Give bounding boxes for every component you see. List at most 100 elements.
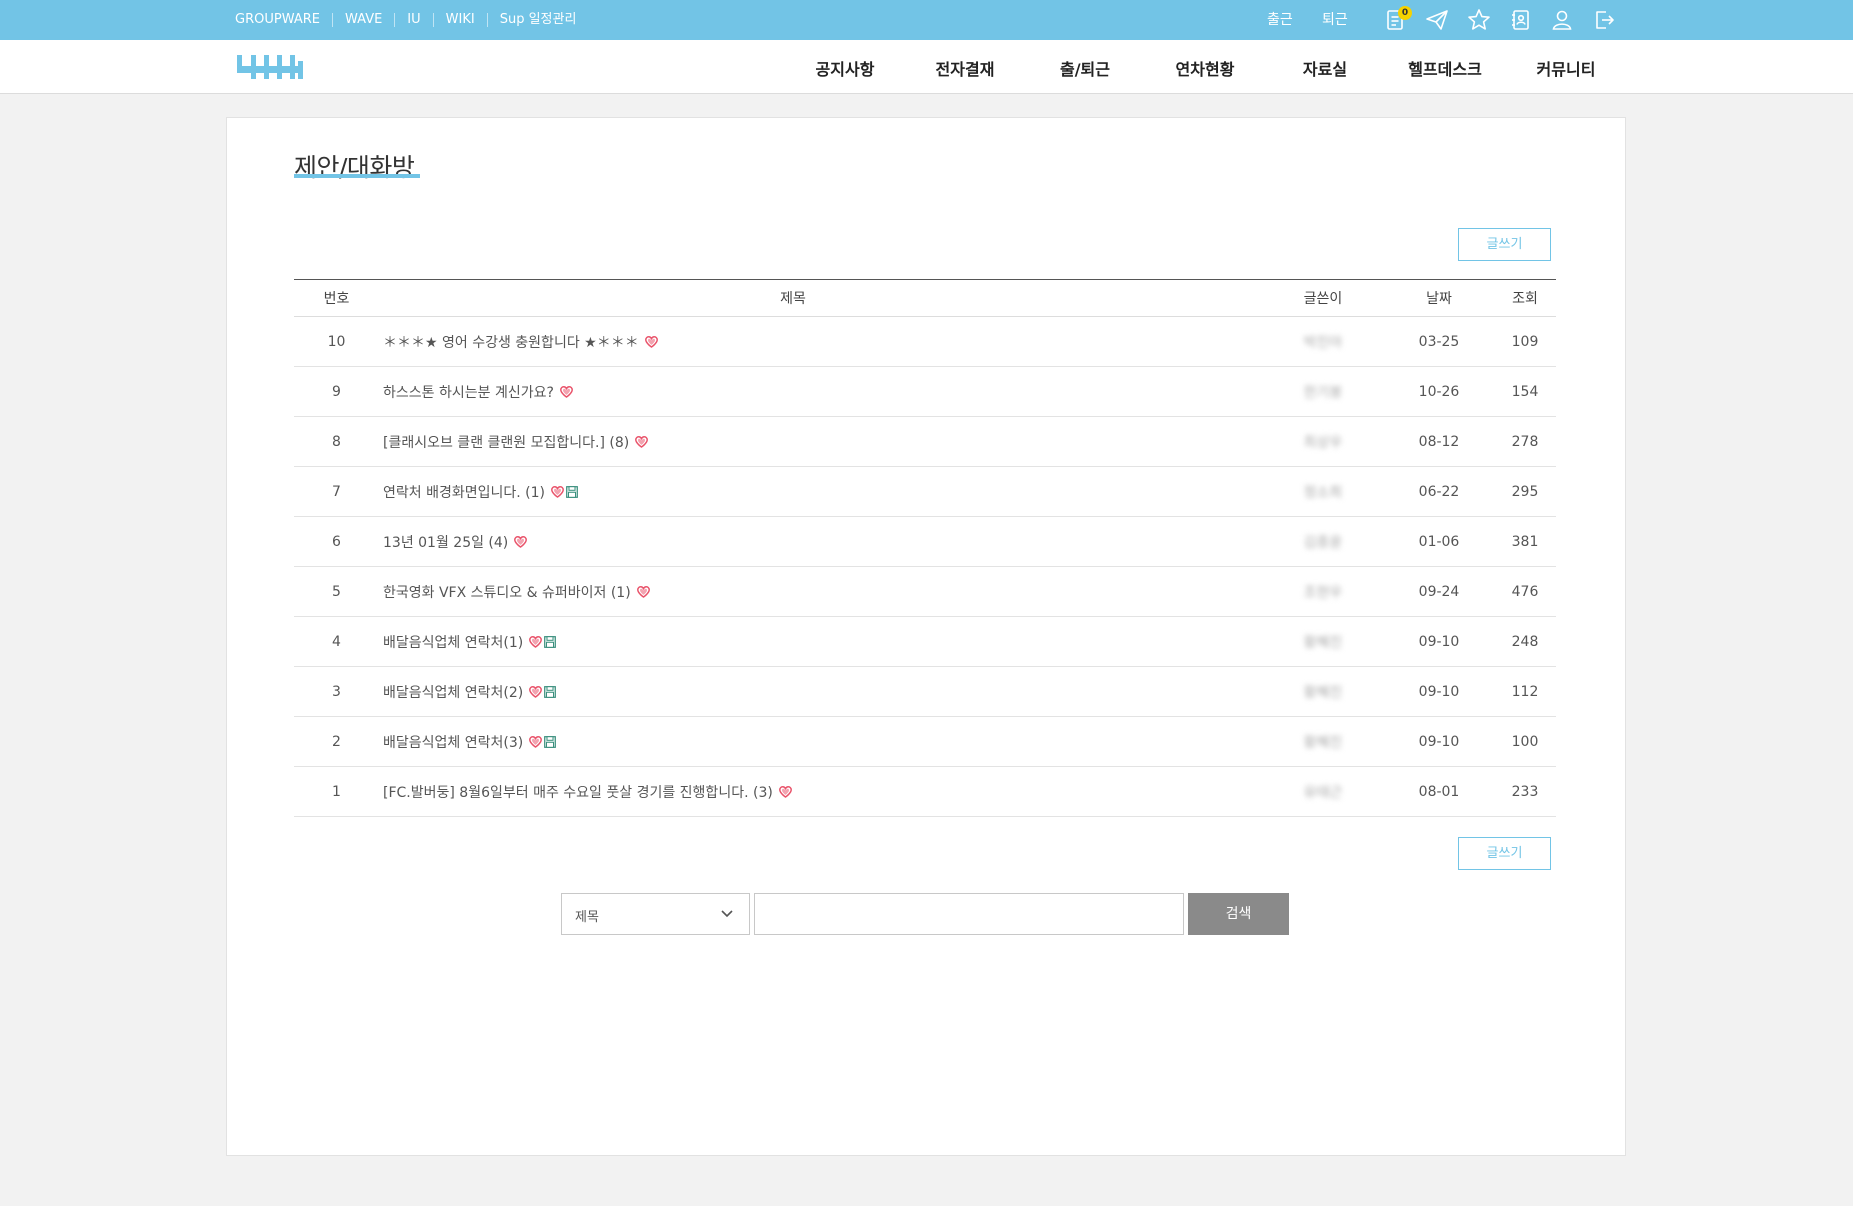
row-title-cell: 한국영화 VFX 스튜디오 & 슈퍼바이저 (1) [383,567,1203,616]
address-book-icon[interactable] [1508,7,1534,33]
row-number: 4 [332,633,341,650]
post-title-link[interactable]: 배달음식업체 연락처(1) [383,632,523,652]
row-number: 2 [332,733,341,750]
post-title-link[interactable]: 하스스톤 하시는분 계신가요? [383,382,554,402]
memo-icon[interactable]: 0 [1383,6,1412,33]
attachment-icon [566,485,578,498]
post-title-link[interactable]: ＊＊＊★ 영어 수강생 충원합니다 ★＊＊＊ [383,332,639,352]
col-header-title: 제목 [780,291,806,307]
clock-in-button[interactable]: 출근 [1267,9,1293,29]
row-author: 황혜진 [1303,734,1343,751]
chevron-down-icon [721,910,733,918]
nav-approval[interactable]: 전자결재 [936,56,995,80]
memo-count-badge: 0 [1398,6,1412,20]
search-field-select[interactable]: 제목 [561,893,750,935]
toplink-wiki[interactable]: WIKI [432,13,487,27]
row-title-cell: [FC.발버둥] 8월6일부터 매주 수요일 풋살 경기를 진행합니다. (3) [383,767,1203,816]
nav-annual-leave[interactable]: 연차현황 [1176,56,1235,80]
row-author: 황혜진 [1303,634,1343,651]
attachment-icon [544,635,557,648]
user-icon[interactable] [1549,7,1575,33]
row-views: 278 [1511,433,1539,450]
row-number: 10 [327,333,346,350]
write-button-bottom[interactable]: 글쓰기 [1458,837,1551,870]
table-row[interactable]: 6 13년 01월 25일 (4) 김종윤 01-06 381 [294,517,1556,567]
col-header-author: 글쓴이 [1303,291,1343,307]
row-number: 1 [332,783,341,800]
row-title-cell: 배달음식업체 연락처(1) [383,617,1203,666]
write-button-top[interactable]: 글쓰기 [1458,228,1551,261]
row-date: 08-01 [1418,783,1460,800]
search-input[interactable] [754,893,1184,935]
toplink-groupware[interactable]: GROUPWARE [235,13,332,27]
row-title-cell: 하스스톤 하시는분 계신가요? [383,367,1203,416]
table-row[interactable]: 8 [클래시오브 클랜 클랜원 모집합니다.] (8) 최상우 08-12 278 [294,417,1556,467]
nav-archive[interactable]: 자료실 [1303,56,1347,80]
toplink-wave[interactable]: WAVE [331,13,394,27]
heart-icon [635,435,649,448]
row-title-cell: 연락처 배경화면입니다. (1) [383,467,1203,516]
table-row[interactable]: 3 배달음식업체 연락처(2) 황혜진 09-10 112 [294,667,1556,717]
star-icon[interactable] [1466,7,1492,33]
table-row[interactable]: 2 배달음식업체 연락처(3) 황혜진 09-10 100 [294,717,1556,767]
main-header: 공지사항 전자결재 출/퇴근 연차현황 자료실 헬프데스크 커뮤니티 [0,40,1853,94]
row-views: 295 [1511,483,1539,500]
row-number: 6 [332,533,341,550]
row-author-cell: 박진아 [1269,317,1377,366]
attachment-icon [544,685,557,698]
row-number: 5 [332,583,341,600]
search-button[interactable]: 검색 [1188,893,1289,935]
page-title: 제안/대화방 [294,153,415,182]
send-icon[interactable] [1424,7,1450,33]
row-title-cell: 배달음식업체 연락처(2) [383,667,1203,716]
toplink-iu[interactable]: IU [394,13,432,27]
table-row[interactable]: 7 연락처 배경화면입니다. (1) 정소희 06-22 295 [294,467,1556,517]
heart-icon [559,385,573,398]
nav-community[interactable]: 커뮤니티 [1537,56,1596,80]
board-header-row: 번호 제목 글쓴이 날짜 조회 [294,279,1556,317]
row-views: 112 [1511,683,1539,700]
post-title-link[interactable]: 한국영화 VFX 스튜디오 & 슈퍼바이저 (1) [383,582,631,602]
nav-attendance[interactable]: 출/퇴근 [1060,56,1110,80]
row-author: 박진아 [1303,334,1343,351]
table-row[interactable]: 1 [FC.발버둥] 8월6일부터 매주 수요일 풋살 경기를 진행합니다. (3… [294,767,1556,817]
heart-icon [636,585,650,598]
row-author-cell: 한기봉 [1269,367,1377,416]
nav-notice[interactable]: 공지사항 [816,56,875,80]
table-row[interactable]: 4 배달음식업체 연락처(1) 황혜진 09-10 248 [294,617,1556,667]
row-views: 233 [1511,783,1539,800]
row-date: 09-24 [1418,583,1460,600]
table-row[interactable]: 10 ＊＊＊★ 영어 수강생 충원합니다 ★＊＊＊ 박진아 03-25 109 [294,317,1556,367]
row-date: 01-06 [1418,533,1460,550]
row-author-cell: 황혜진 [1269,717,1377,766]
logout-icon[interactable] [1591,7,1617,33]
toplink-sup-schedule[interactable]: Sup 일정관리 [486,13,589,27]
row-author-cell: 최상우 [1269,417,1377,466]
row-number: 3 [332,683,341,700]
heart-icon [644,335,658,348]
heart-icon [529,635,543,648]
row-title-cell: 13년 01월 25일 (4) [383,517,1203,566]
top-links: GROUPWARE WAVE IU WIKI Sup 일정관리 [235,0,588,40]
post-title-link[interactable]: [클래시오브 클랜 클랜원 모집합니다.] (8) [383,432,629,452]
clock-out-button[interactable]: 퇴근 [1322,9,1348,29]
post-title-link[interactable]: 배달음식업체 연락처(3) [383,732,523,752]
row-date: 03-25 [1418,333,1460,350]
table-row[interactable]: 5 한국영화 VFX 스튜디오 & 슈퍼바이저 (1) 조현우 09-24 476 [294,567,1556,617]
post-title-link[interactable]: 연락처 배경화면입니다. (1) [383,482,545,502]
row-author: 최상우 [1303,434,1343,451]
global-nav: 공지사항 전자결재 출/퇴근 연차현황 자료실 헬프데스크 커뮤니티 [0,40,1853,94]
nav-helpdesk[interactable]: 헬프데스크 [1408,56,1482,80]
post-title-link[interactable]: 13년 01월 25일 (4) [383,532,508,552]
board-table: 번호 제목 글쓴이 날짜 조회 10 ＊＊＊★ 영어 수강생 충원합니다 ★＊＊＊… [294,279,1556,817]
row-date: 09-10 [1418,733,1460,750]
attachment-icon [544,735,557,748]
post-title-link[interactable]: [FC.발버둥] 8월6일부터 매주 수요일 풋살 경기를 진행합니다. (3) [383,782,773,802]
row-date: 08-12 [1418,433,1460,450]
top-utility-bar: GROUPWARE WAVE IU WIKI Sup 일정관리 출근 퇴근 0 [0,0,1853,40]
row-views: 109 [1511,333,1539,350]
table-row[interactable]: 9 하스스톤 하시는분 계신가요? 한기봉 10-26 154 [294,367,1556,417]
col-header-views: 조회 [1512,291,1538,307]
post-title-link[interactable]: 배달음식업체 연락처(2) [383,682,523,702]
row-author-cell: 정소희 [1269,467,1377,516]
